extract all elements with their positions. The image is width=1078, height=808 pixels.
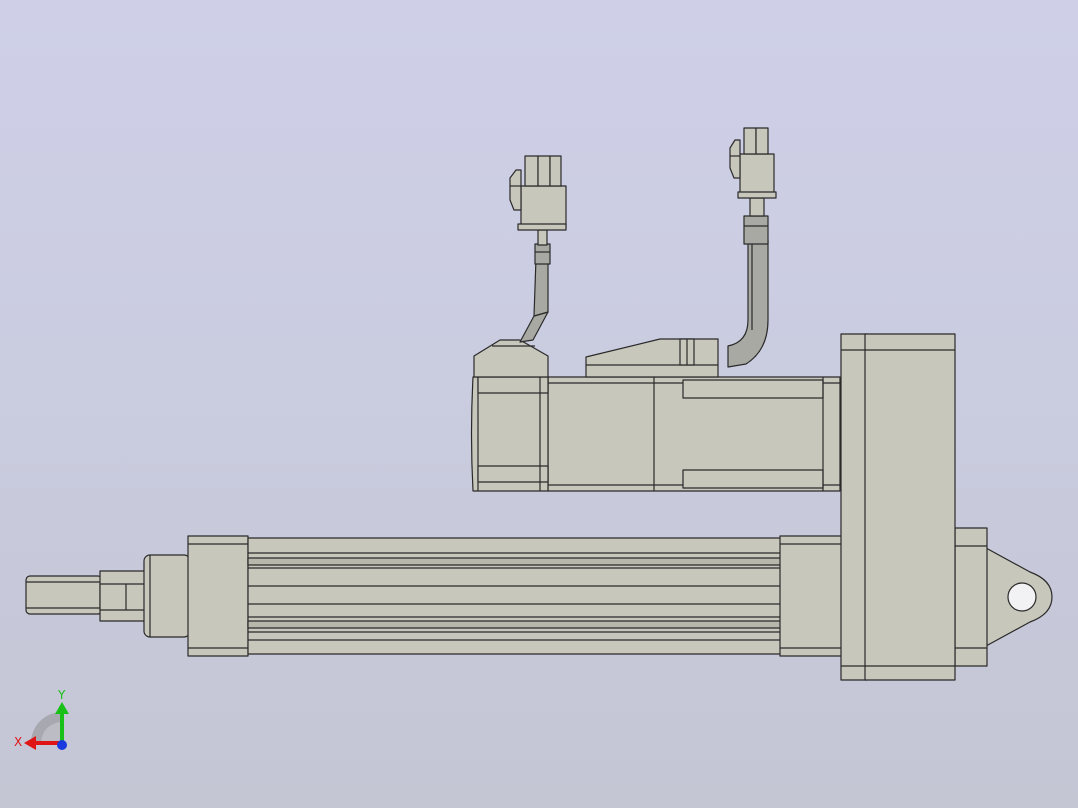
motor-body <box>470 376 841 492</box>
right-cable <box>727 197 769 368</box>
right-connector <box>729 127 777 199</box>
axis-label-x: X <box>14 735 22 749</box>
3d-viewport[interactable]: Y X <box>0 0 1078 808</box>
left-connector <box>509 155 567 231</box>
actuator-model[interactable]: Y X <box>0 0 1078 808</box>
rod-end <box>25 554 191 638</box>
cylinder-tube <box>187 535 843 657</box>
cable-housings <box>473 338 719 378</box>
axis-label-y: Y <box>57 688 66 702</box>
rear-clevis <box>954 527 1053 667</box>
xyz-triad-icon[interactable] <box>24 702 69 750</box>
gear-housing <box>840 333 956 681</box>
left-cable <box>519 229 551 343</box>
